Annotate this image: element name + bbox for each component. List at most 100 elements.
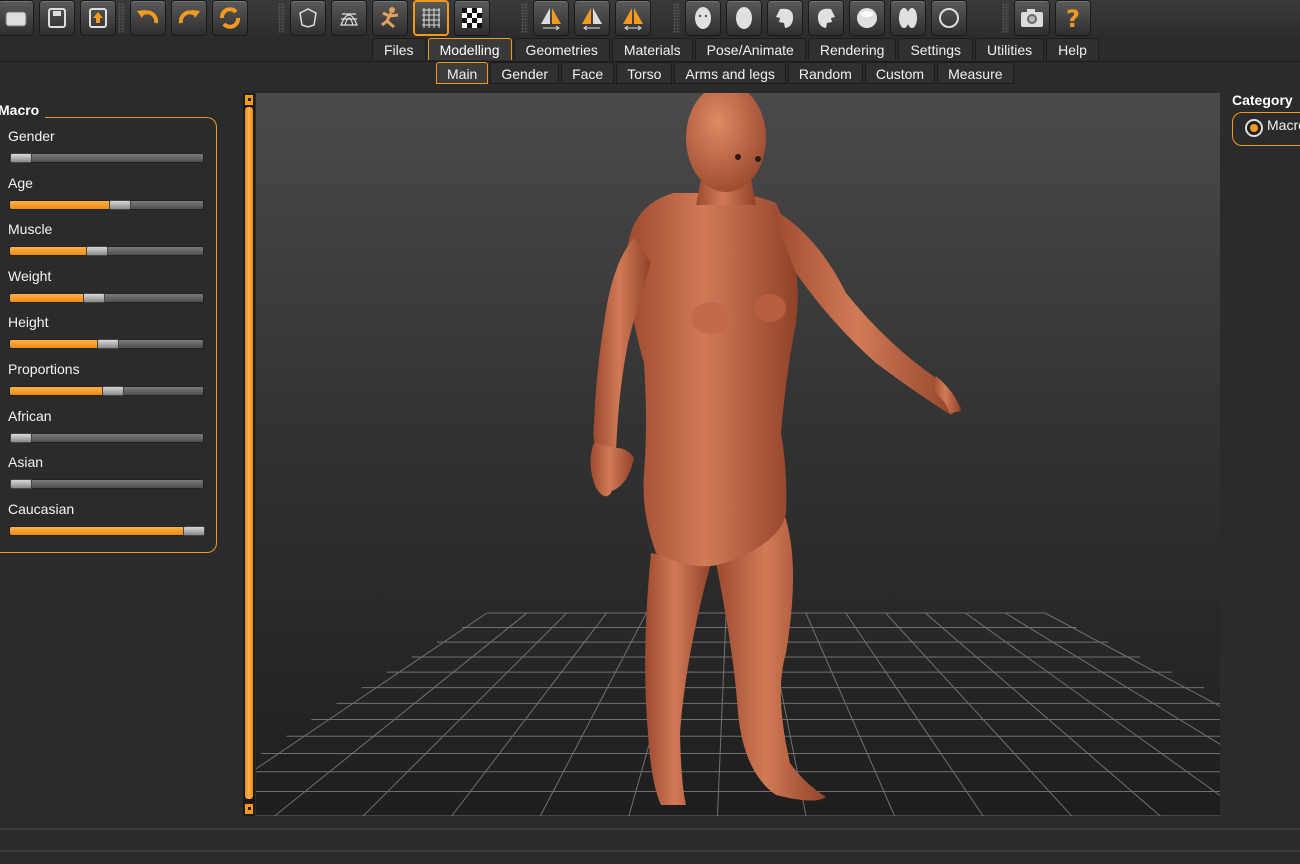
- reset-camera-button[interactable]: [931, 0, 967, 36]
- slider-age[interactable]: [9, 199, 204, 210]
- symmetry-left-button[interactable]: [574, 0, 610, 36]
- wireframe-button[interactable]: [331, 0, 367, 36]
- slider-label-african: African: [8, 407, 52, 424]
- grid-line: [362, 612, 568, 816]
- slider-height[interactable]: [9, 339, 204, 350]
- viewport-scrollbar[interactable]: [243, 93, 255, 816]
- slider-fill: [10, 526, 194, 535]
- sub-tab-bar: Main Gender Face Torso Arms and legs Random Cu…: [0, 62, 1300, 88]
- undo-button[interactable]: [130, 0, 166, 36]
- toolbar-edit-group: [118, 0, 248, 38]
- tab-pose-animate[interactable]: Pose/Animate: [694, 38, 806, 60]
- left-view-button[interactable]: [767, 0, 803, 36]
- reset-icon: [216, 5, 244, 31]
- tab-settings[interactable]: Settings: [898, 38, 974, 60]
- grid-line: [256, 612, 488, 770]
- slider-handle[interactable]: [96, 339, 119, 350]
- slider-fill: [10, 247, 98, 256]
- tab-utilities[interactable]: Utilities: [975, 38, 1045, 60]
- pose-button[interactable]: [372, 0, 408, 36]
- symmetry-right-button[interactable]: [533, 0, 569, 36]
- tab-materials[interactable]: Materials: [611, 38, 693, 60]
- toolbar-separator: [118, 3, 125, 33]
- subtab-torso[interactable]: Torso: [616, 62, 673, 84]
- tab-files[interactable]: Files: [372, 38, 426, 60]
- redo-button[interactable]: [171, 0, 207, 36]
- slider-fill: [10, 293, 94, 302]
- checkerboard-button[interactable]: [454, 0, 490, 36]
- slider-african[interactable]: [9, 432, 204, 443]
- slider-asian[interactable]: [9, 479, 204, 490]
- slider-caucasian[interactable]: [9, 525, 205, 536]
- slider-handle[interactable]: [101, 386, 124, 396]
- undo-icon: [134, 5, 162, 31]
- 3d-viewport[interactable]: [256, 93, 1220, 816]
- reset-button[interactable]: [212, 0, 248, 36]
- grid-line: [925, 612, 1161, 816]
- tab-help[interactable]: Help: [1046, 38, 1099, 60]
- subtab-measure[interactable]: Measure: [937, 62, 1014, 84]
- subtab-main[interactable]: Main: [436, 62, 489, 84]
- slider-muscle[interactable]: [9, 246, 204, 257]
- pose-icon: [377, 5, 403, 31]
- grid-line: [1004, 612, 1220, 745]
- smooth-button[interactable]: [290, 0, 326, 36]
- subtab-face[interactable]: Face: [561, 62, 615, 84]
- open-folder-button[interactable]: [0, 0, 34, 36]
- macro-radio[interactable]: [1245, 119, 1263, 137]
- front-view-button[interactable]: [685, 0, 721, 36]
- scroll-down-button[interactable]: [244, 803, 254, 815]
- bottom-view-button[interactable]: [890, 0, 926, 36]
- slider-handle[interactable]: [10, 479, 32, 490]
- scroll-thumb[interactable]: [245, 107, 253, 799]
- symmetry-both-icon: [619, 5, 647, 31]
- right-view-icon: [813, 5, 839, 31]
- tab-rendering[interactable]: Rendering: [807, 38, 897, 60]
- top-view-button[interactable]: [849, 0, 885, 36]
- slider-label-weight: Weight: [8, 267, 52, 284]
- slider-handle[interactable]: [183, 525, 205, 536]
- slider-handle[interactable]: [86, 246, 109, 257]
- toolbar-separator: [278, 3, 285, 33]
- save-button[interactable]: [39, 0, 75, 36]
- svg-text:?: ?: [1066, 5, 1080, 31]
- symmetry-both-button[interactable]: [615, 0, 651, 36]
- slider-fill: [10, 340, 108, 349]
- help-icon: ?: [1060, 5, 1086, 31]
- subtab-random[interactable]: Random: [787, 62, 863, 84]
- wireframe-icon: [336, 5, 362, 31]
- right-panel: Category Macro: [1222, 92, 1300, 827]
- slider-weight[interactable]: [9, 292, 204, 303]
- slider-label-proportions: Proportions: [8, 361, 80, 377]
- slider-handle[interactable]: [108, 199, 131, 210]
- toolbar-separator: [673, 3, 680, 33]
- redo-icon: [175, 5, 203, 31]
- main-toolbar: ?: [0, 0, 1300, 38]
- toolbar-separator: [521, 3, 528, 33]
- slider-fill: [10, 200, 120, 209]
- subtab-arms-and-legs[interactable]: Arms and legs: [674, 62, 786, 84]
- slider-gender[interactable]: [9, 153, 204, 163]
- tab-modelling[interactable]: Modelling: [427, 38, 512, 60]
- export-button[interactable]: [80, 0, 116, 36]
- left-panel: Macro Gender Age Muscle Weight Height Proport…: [0, 92, 240, 827]
- slider-handle[interactable]: [82, 292, 105, 303]
- top-view-icon: [854, 5, 880, 31]
- slider-handle[interactable]: [10, 153, 32, 163]
- slider-label-age: Age: [8, 174, 33, 191]
- grid-button[interactable]: [413, 0, 449, 36]
- scene: [256, 93, 1220, 816]
- right-view-button[interactable]: [808, 0, 844, 36]
- slider-proportions[interactable]: [9, 386, 204, 396]
- toolbar-view-group: [278, 0, 490, 38]
- tab-geometries[interactable]: Geometries: [513, 38, 610, 60]
- grid-line: [716, 612, 727, 816]
- back-view-button[interactable]: [726, 0, 762, 36]
- slider-label-asian: Asian: [8, 454, 44, 471]
- screenshot-button[interactable]: [1014, 0, 1050, 36]
- slider-handle[interactable]: [10, 432, 32, 443]
- subtab-gender[interactable]: Gender: [490, 62, 560, 84]
- subtab-custom[interactable]: Custom: [864, 62, 936, 84]
- scroll-up-button[interactable]: [244, 94, 254, 106]
- help-button[interactable]: ?: [1055, 0, 1091, 36]
